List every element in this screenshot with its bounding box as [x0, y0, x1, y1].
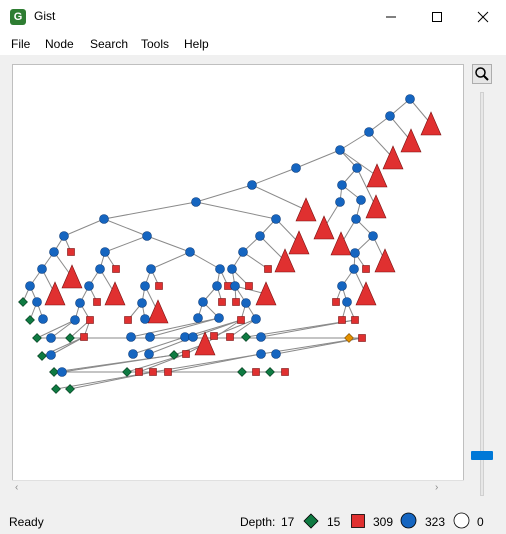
- choice-circle-icon: [400, 512, 417, 529]
- window-title: Gist: [34, 9, 56, 23]
- zoom-button[interactable]: [472, 64, 492, 84]
- solved-count: 15: [327, 515, 341, 529]
- menu-help[interactable]: Help: [184, 37, 209, 51]
- depth-label: Depth:: [240, 515, 276, 529]
- scroll-right-icon[interactable]: ›: [435, 482, 438, 493]
- minimize-icon: [386, 16, 396, 17]
- close-icon: [477, 11, 489, 22]
- search-tree-canvas[interactable]: [12, 64, 464, 496]
- title-bar: G Gist: [0, 0, 506, 33]
- open-circle-icon: [453, 512, 470, 529]
- close-button[interactable]: [460, 0, 506, 33]
- zoom-slider-thumb[interactable]: [471, 451, 493, 460]
- horizontal-scrollbar[interactable]: ‹ ›: [12, 480, 464, 496]
- magnifier-icon: [475, 67, 489, 81]
- status-bar: Ready Depth: 17 15 309 323 0: [0, 510, 506, 534]
- open-count: 0: [477, 515, 484, 529]
- status-text: Ready: [9, 515, 44, 529]
- failed-square-icon: [351, 514, 365, 528]
- minimize-button[interactable]: [368, 0, 414, 33]
- solved-diamond-icon: [303, 513, 319, 529]
- maximize-button[interactable]: [414, 0, 460, 33]
- failed-count: 309: [373, 515, 394, 529]
- menu-node[interactable]: Node: [45, 37, 74, 51]
- menu-tools[interactable]: Tools: [141, 37, 169, 51]
- depth-value: 17: [281, 515, 295, 529]
- scroll-left-icon[interactable]: ‹: [15, 482, 18, 493]
- menu-file[interactable]: File: [11, 37, 30, 51]
- app-icon: G: [10, 9, 26, 25]
- menu-search[interactable]: Search: [90, 37, 128, 51]
- choice-count: 323: [425, 515, 446, 529]
- zoom-slider-track[interactable]: [480, 92, 484, 496]
- maximize-icon: [432, 11, 442, 22]
- menu-bar: File Node Search Tools Help: [0, 33, 506, 55]
